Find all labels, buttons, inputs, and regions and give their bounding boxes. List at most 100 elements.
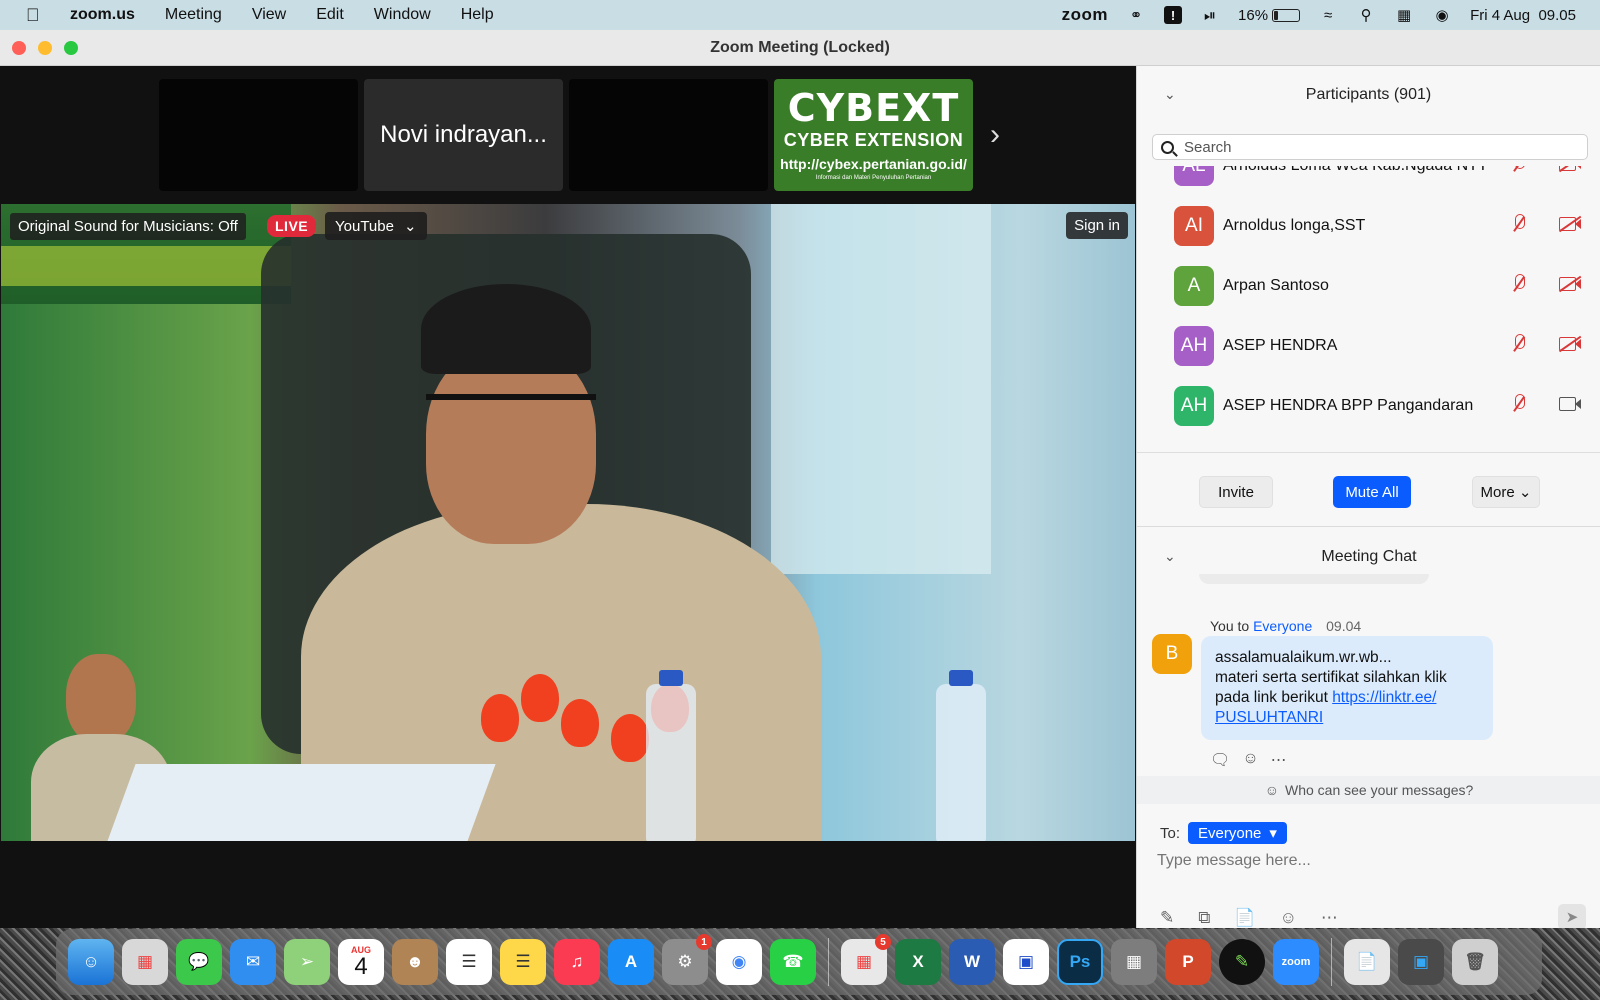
whatsapp-icon[interactable]: ☎ <box>770 939 816 985</box>
stream-dropdown[interactable]: YouTube ⌄ <box>325 212 427 240</box>
screenshot-icon[interactable]: ⧉ <box>1198 908 1210 928</box>
mic-muted-icon[interactable] <box>1512 393 1526 419</box>
mic-muted-icon[interactable] <box>1512 213 1526 239</box>
file-icon[interactable]: 📄 <box>1234 908 1255 928</box>
chevron-right-icon[interactable]: › <box>990 118 1000 152</box>
alert-icon[interactable]: ! <box>1164 6 1183 24</box>
active-speaker-video[interactable]: Original Sound for Musicians: Off LIVE Y… <box>1 204 1135 841</box>
search-icon[interactable]: ⚲ <box>1356 6 1376 24</box>
creative-cloud-icon[interactable]: ⚭ <box>1126 6 1146 24</box>
reminders-icon[interactable]: ☰ <box>446 939 492 985</box>
contacts-icon[interactable]: ☻ <box>392 939 438 985</box>
wifi-icon[interactable]: ≈ <box>1318 6 1338 24</box>
message-recipient[interactable]: Everyone <box>1253 618 1312 634</box>
dock: ☺ ▦ 💬 ✉ ➢ AUG 4 ☻ ☰ ☰ ♫ A ⚙ 1 ◉ ☎ ▦ 5 X W … <box>56 929 1542 995</box>
mic-muted-icon[interactable] <box>1512 166 1526 179</box>
battery-indicator[interactable]: 16% <box>1238 6 1301 24</box>
menu-view[interactable]: View <box>252 6 286 24</box>
recipient-dropdown[interactable]: Everyone ▾ <box>1188 822 1287 844</box>
more-icon[interactable]: ⋯ <box>1321 908 1338 928</box>
participant-tile-cybex[interactable]: CYBEXT CYBER EXTENSION http://cybex.pert… <box>774 79 973 191</box>
launchpad-icon[interactable]: ▦ <box>122 939 168 985</box>
mail-icon[interactable]: ✉ <box>230 939 276 985</box>
camera-off-icon[interactable] <box>1558 166 1582 176</box>
participant-row[interactable]: AH ASEP HENDRA BPP Pangandaran <box>1137 376 1600 432</box>
pdf-reader-icon[interactable]: ▣ <box>1003 939 1049 985</box>
recent-file-icon[interactable]: ▣ <box>1398 939 1444 985</box>
zoom-logo[interactable]: zoom <box>1062 5 1108 25</box>
office-icon[interactable]: ▦ 5 <box>841 934 891 985</box>
notes-icon[interactable]: ☰ <box>500 939 546 985</box>
play-icon[interactable]: ⏯ <box>1200 6 1220 24</box>
mute-all-button[interactable]: Mute All <box>1333 476 1411 508</box>
system-settings-icon[interactable]: ⚙ 1 <box>662 934 712 985</box>
menu-edit[interactable]: Edit <box>316 6 344 24</box>
participant-actions: Invite Mute All More ⌄ <box>1137 476 1600 510</box>
clock[interactable]: Fri 4 Aug 09.05 <box>1470 7 1576 24</box>
participant-row[interactable]: AL Arnoldus Loma Wea Kab.Ngada NTT <box>1137 166 1600 196</box>
chat-input[interactable] <box>1157 852 1577 870</box>
participant-tile[interactable] <box>569 79 768 191</box>
participant-row[interactable]: A Arpan Santoso <box>1137 256 1600 316</box>
invite-button[interactable]: Invite <box>1199 476 1273 508</box>
close-button[interactable] <box>12 41 26 55</box>
messages-icon[interactable]: 💬 <box>176 939 222 985</box>
menu-meeting[interactable]: Meeting <box>165 6 222 24</box>
minimize-button[interactable] <box>38 41 52 55</box>
music-icon[interactable]: ♫ <box>554 939 600 985</box>
send-button[interactable]: ➤ <box>1558 904 1586 928</box>
format-icon[interactable]: ✎ <box>1160 908 1174 928</box>
mic-muted-icon[interactable] <box>1512 273 1526 299</box>
more-options-icon[interactable]: ⋯ <box>1271 750 1287 770</box>
add-reaction-icon[interactable]: ☺ <box>1242 750 1258 770</box>
participant-tile[interactable] <box>159 79 358 191</box>
chevron-down-icon[interactable]: ⌄ <box>1164 86 1176 103</box>
fullscreen-button[interactable] <box>64 41 78 55</box>
app-store-icon[interactable]: A <box>608 939 654 985</box>
pdf-document-icon[interactable]: 📄 <box>1344 939 1390 985</box>
word-icon[interactable]: W <box>949 939 995 985</box>
battery-percent: 16% <box>1238 6 1269 24</box>
mic-muted-icon[interactable] <box>1512 333 1526 359</box>
camera-off-icon[interactable] <box>1558 335 1582 356</box>
chevron-down-icon[interactable]: ⌄ <box>1164 548 1176 565</box>
previous-message <box>1199 574 1429 584</box>
status-area: zoom ⚭ ! ⏯ 16% ≈ ⚲ ▦ ◉ Fri 4 Aug 09.05 <box>1062 0 1576 30</box>
finder-icon[interactable]: ☺ <box>68 939 114 985</box>
to-label: To: <box>1160 824 1181 842</box>
trash-icon[interactable]: 🗑 <box>1452 939 1498 985</box>
reply-icon[interactable]: 🗨 <box>1210 750 1230 770</box>
camera-off-icon[interactable] <box>1558 215 1582 236</box>
control-center-icon[interactable]: ▦ <box>1394 6 1414 24</box>
excel-icon[interactable]: X <box>895 939 941 985</box>
menu-app[interactable]: zoom.us <box>70 6 135 24</box>
chat-visibility-bar[interactable]: ☺ Who can see your messages? <box>1137 776 1600 804</box>
camera-icon[interactable] <box>1559 396 1581 416</box>
photoshop-icon[interactable]: Ps <box>1057 939 1103 985</box>
maps-icon[interactable]: ➢ <box>284 939 330 985</box>
battery-fill <box>1274 10 1279 20</box>
participant-row[interactable]: AH ASEP HENDRA <box>1137 316 1600 376</box>
zoom-app-icon[interactable]: zoom <box>1273 939 1319 985</box>
camera-off-icon[interactable] <box>1558 275 1582 296</box>
menu-help[interactable]: Help <box>461 6 494 24</box>
more-button[interactable]: More ⌄ <box>1472 476 1540 508</box>
siri-icon[interactable]: ◉ <box>1432 6 1452 24</box>
participant-list[interactable]: AL Arnoldus Loma Wea Kab.Ngada NTT AI Ar… <box>1137 166 1600 432</box>
script-editor-icon[interactable]: ✎ <box>1219 939 1265 985</box>
powerpoint-icon[interactable]: P <box>1165 939 1211 985</box>
calendar-icon[interactable]: AUG 4 <box>338 939 384 985</box>
calculator-icon[interactable]: ▦ <box>1111 939 1157 985</box>
participants-search[interactable]: Search <box>1152 134 1588 160</box>
original-sound-toggle[interactable]: Original Sound for Musicians: Off <box>10 213 246 240</box>
chrome-icon[interactable]: ◉ <box>716 939 762 985</box>
menu-window[interactable]: Window <box>374 6 431 24</box>
participant-row[interactable]: AI Arnoldus longa,SST <box>1137 196 1600 256</box>
emoji-icon[interactable]: ☺ <box>1280 908 1297 928</box>
sign-in-button[interactable]: Sign in <box>1066 212 1128 239</box>
participant-name: ASEP HENDRA BPP Pangandaran <box>1223 397 1474 414</box>
chat-message[interactable]: assalamualaikum.wr.wb... materi serta se… <box>1201 636 1493 740</box>
apple-icon[interactable]:  <box>26 5 52 26</box>
chat-visibility-text: Who can see your messages? <box>1284 782 1474 798</box>
participant-tile[interactable]: Novi indrayan... <box>364 79 563 191</box>
